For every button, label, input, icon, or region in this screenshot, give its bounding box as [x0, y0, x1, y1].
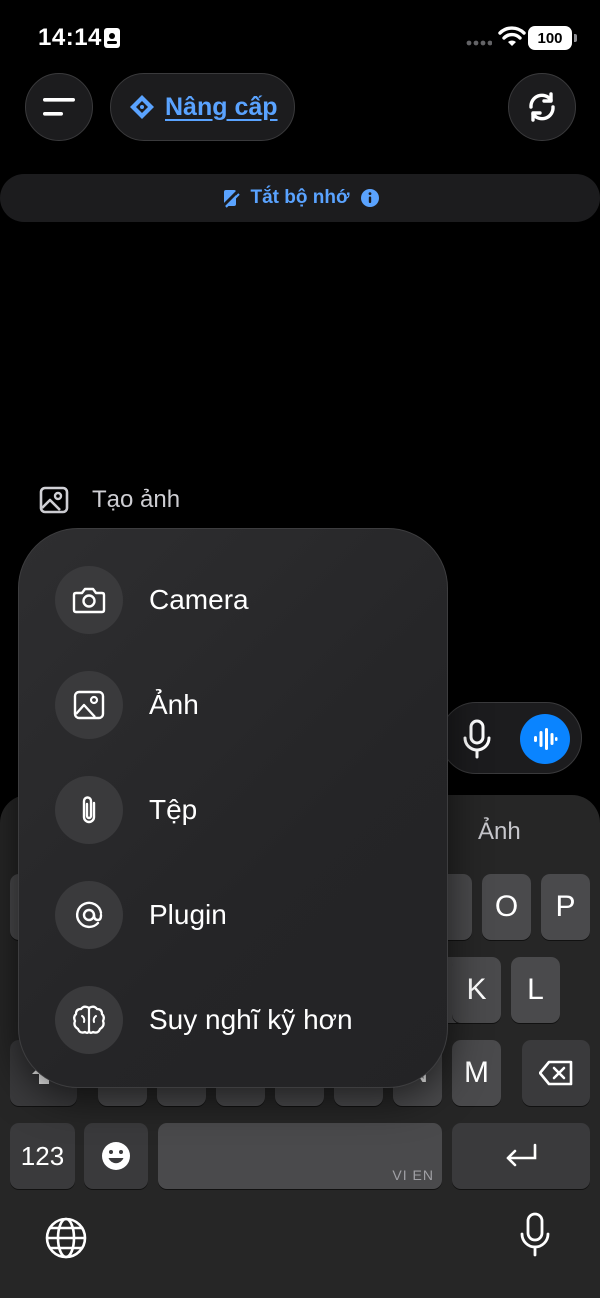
- space-key[interactable]: VI EN: [158, 1123, 442, 1189]
- microphone-icon: [463, 719, 491, 759]
- dictation-button[interactable]: [518, 1212, 552, 1258]
- menu-item-files[interactable]: Tệp: [55, 776, 197, 844]
- info-icon[interactable]: [360, 188, 380, 208]
- menu-button[interactable]: [25, 73, 93, 141]
- create-image-label: Tạo ảnh: [92, 486, 181, 513]
- signal-dots-icon: [466, 40, 492, 46]
- emoji-key[interactable]: [84, 1123, 148, 1189]
- battery-indicator: 100: [528, 26, 577, 50]
- new-chat-button[interactable]: [508, 73, 576, 141]
- globe-button[interactable]: [44, 1216, 88, 1260]
- status-time: 14:14: [38, 24, 102, 51]
- numbers-key[interactable]: 123: [10, 1123, 75, 1189]
- upgrade-label: Nâng cấp: [165, 92, 278, 121]
- menu-item-camera[interactable]: Camera: [55, 566, 249, 634]
- globe-icon: [45, 1217, 87, 1259]
- space-language-label: VI EN: [392, 1167, 434, 1183]
- id-card-icon: [103, 27, 121, 49]
- create-image-suggestion[interactable]: Tạo ảnh: [38, 484, 180, 516]
- memory-off-label: Tắt bộ nhớ: [250, 187, 350, 208]
- wifi-icon: [498, 26, 526, 48]
- camera-icon: [55, 566, 123, 634]
- voice-mode-button[interactable]: [520, 714, 570, 764]
- memory-off-icon: [221, 188, 240, 208]
- return-key[interactable]: [452, 1123, 590, 1189]
- waveform-icon: [534, 728, 558, 750]
- menu-item-label: Camera: [149, 584, 249, 615]
- memory-off-bar[interactable]: Tắt bộ nhớ: [0, 174, 600, 222]
- key-l[interactable]: L: [511, 957, 560, 1023]
- brain-icon: [55, 986, 123, 1054]
- hamburger-icon: [43, 98, 75, 116]
- menu-item-label: Plugin: [149, 899, 227, 930]
- menu-item-think-harder[interactable]: Suy nghĩ kỹ hơn: [55, 986, 353, 1054]
- key-k[interactable]: K: [452, 957, 501, 1023]
- photo-icon: [55, 671, 123, 739]
- key-p[interactable]: P: [541, 874, 590, 940]
- menu-item-label: Tệp: [149, 794, 198, 825]
- menu-item-photos[interactable]: Ảnh: [55, 671, 199, 739]
- emoji-icon: [102, 1142, 130, 1170]
- delete-key[interactable]: [522, 1040, 590, 1106]
- key-m[interactable]: M: [452, 1040, 501, 1106]
- key-o[interactable]: O: [482, 874, 531, 940]
- plugin-icon: [55, 881, 123, 949]
- backspace-icon: [539, 1060, 573, 1086]
- menu-item-plugin[interactable]: Plugin: [55, 881, 227, 949]
- image-icon: [39, 486, 69, 514]
- menu-item-label: Ảnh: [149, 689, 199, 720]
- refresh-chat-icon: [529, 92, 555, 122]
- menu-item-label: Suy nghĩ kỹ hơn: [149, 1004, 353, 1035]
- attachment-menu: Camera Ảnh Tệp Plugin Suy nghĩ kỹ hơn: [18, 528, 448, 1088]
- dictation-microphone-icon: [520, 1212, 550, 1257]
- return-icon: [506, 1143, 537, 1167]
- keyboard-suggestion[interactable]: Ảnh: [478, 818, 521, 846]
- microphone-button[interactable]: [460, 718, 494, 760]
- paperclip-icon: [55, 776, 123, 844]
- upgrade-button[interactable]: Nâng cấp: [110, 73, 295, 141]
- sparkle-diamond-icon: [130, 95, 154, 119]
